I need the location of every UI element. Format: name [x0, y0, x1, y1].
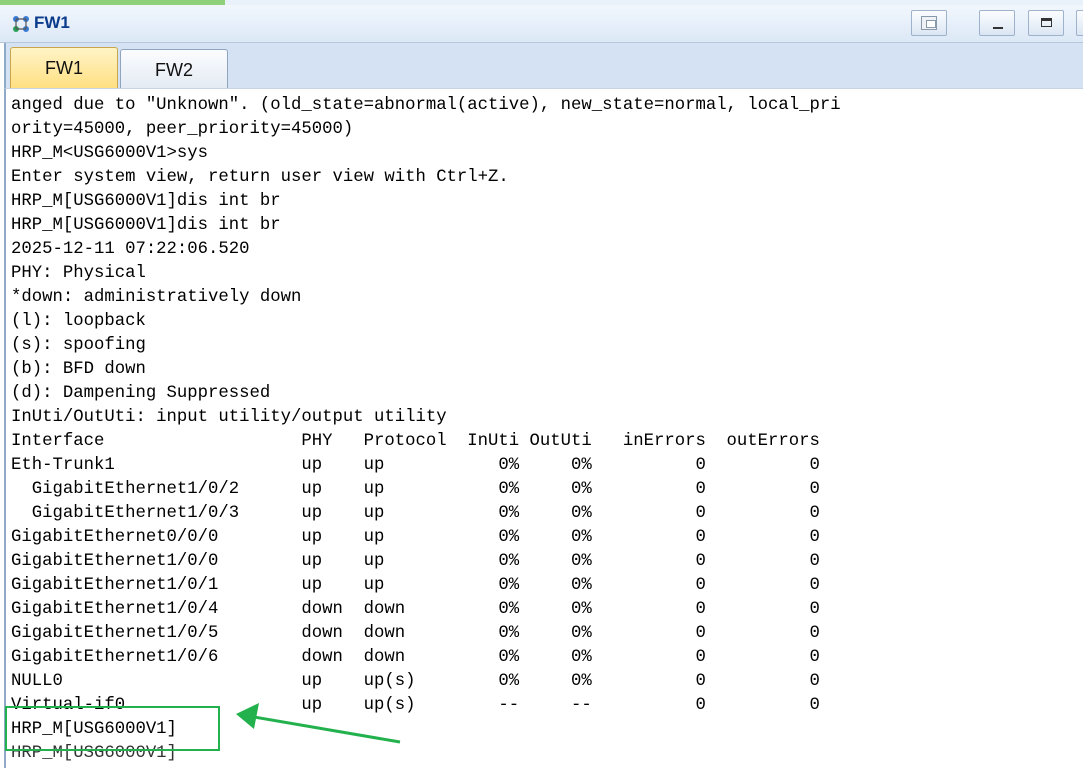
interface-row: GigabitEthernet1/0/1 up up 0% 0% 0 0 [11, 576, 820, 595]
terminal-line: HRP_M[USG6000V1]dis int br [11, 192, 281, 211]
terminal-line: PHY: Physical [11, 264, 146, 283]
terminal-console[interactable]: anged due to "Unknown". (old_state=abnor… [4, 88, 1083, 768]
terminal-line: *down: administratively down [11, 288, 302, 307]
annotation-highlight-box [5, 706, 220, 751]
terminal-line: (l): loopback [11, 312, 146, 331]
interface-row: GigabitEthernet1/0/0 up up 0% 0% 0 0 [11, 552, 820, 571]
tab-fw2[interactable]: FW2 [120, 49, 228, 88]
interface-row: GigabitEthernet1/0/4 down down 0% 0% 0 0 [11, 600, 820, 619]
terminal-line: HRP_M[USG6000V1]dis int br [11, 216, 281, 235]
interface-row: GigabitEthernet1/0/3 up up 0% 0% 0 0 [11, 504, 820, 523]
terminal-line: ority=45000, peer_priority=45000) [11, 120, 354, 139]
terminal-line: (s): spoofing [11, 336, 146, 355]
terminal-line: Enter system view, return user view with… [11, 168, 509, 187]
minimize-button[interactable] [979, 10, 1015, 36]
interface-row: NULL0 up up(s) 0% 0% 0 0 [11, 672, 820, 691]
terminal-line: anged due to "Unknown". (old_state=abnor… [11, 96, 841, 115]
maximize-button[interactable] [1028, 10, 1064, 36]
terminal-line: (b): BFD down [11, 360, 146, 379]
terminal-line: 2025-12-11 07:22:06.520 [11, 240, 250, 259]
interface-row: GigabitEthernet1/0/2 up up 0% 0% 0 0 [11, 480, 820, 499]
interface-row: GigabitEthernet1/0/6 down down 0% 0% 0 0 [11, 648, 820, 667]
interface-row: Eth-Trunk1 up up 0% 0% 0 0 [11, 456, 820, 475]
interface-row: GigabitEthernet0/0/0 up up 0% 0% 0 0 [11, 528, 820, 547]
device-topology-icon [13, 16, 29, 32]
terminal-output: anged due to "Unknown". (old_state=abnor… [11, 94, 841, 766]
window-title: FW1 [34, 13, 70, 32]
restore-button[interactable] [911, 10, 947, 36]
interface-table-header: Interface PHY Protocol InUti OutUti inEr… [11, 432, 820, 451]
terminal-line: InUti/OutUti: input utility/output utili… [11, 408, 447, 427]
window-titlebar[interactable]: FW1 [0, 5, 1083, 43]
maximize-icon [1041, 18, 1052, 27]
minimize-icon [993, 27, 1003, 29]
restore-icon [921, 16, 937, 30]
tab-bar: FW1 FW2 [4, 43, 1083, 88]
tab-fw1[interactable]: FW1 [10, 47, 118, 88]
close-button-partial[interactable] [1076, 10, 1083, 36]
terminal-line: (d): Dampening Suppressed [11, 384, 271, 403]
terminal-line: HRP_M<USG6000V1>sys [11, 144, 209, 163]
interface-row: GigabitEthernet1/0/5 down down 0% 0% 0 0 [11, 624, 820, 643]
